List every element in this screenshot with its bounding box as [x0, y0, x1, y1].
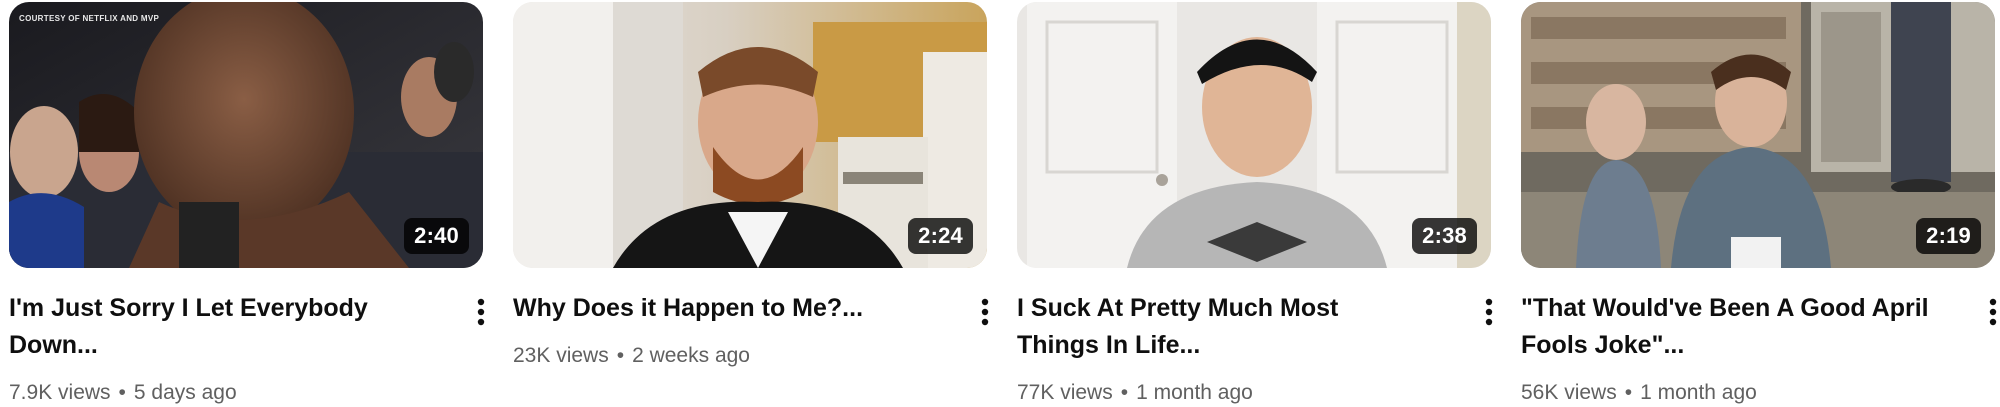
view-count: 56K views — [1521, 381, 1617, 404]
upload-age: 2 weeks ago — [632, 344, 750, 367]
view-count: 23K views — [513, 344, 609, 367]
video-grid: COURTESY OF NETFLIX AND MVP 2:40 I'm Jus… — [0, 0, 2000, 407]
video-metadata: 77K views • 1 month ago — [1017, 378, 1253, 407]
more-vert-icon[interactable] — [1471, 294, 1507, 330]
meta-separator: • — [1120, 381, 1129, 404]
video-metadata: 23K views • 2 weeks ago — [513, 341, 750, 371]
more-vert-icon[interactable] — [463, 294, 499, 330]
thumbnail-watermark: COURTESY OF NETFLIX AND MVP — [19, 14, 160, 23]
video-card: 2:24 Why Does it Happen to Me?... 23K vi… — [513, 0, 989, 407]
view-count: 77K views — [1017, 381, 1113, 404]
video-thumbnail[interactable]: 2:24 — [513, 2, 987, 268]
more-vert-icon[interactable] — [967, 294, 1003, 330]
view-count: 7.9K views — [9, 381, 111, 404]
video-metadata: 56K views • 1 month ago — [1521, 378, 1757, 407]
duration-badge: 2:38 — [1412, 218, 1477, 254]
video-card: COURTESY OF NETFLIX AND MVP 2:40 I'm Jus… — [9, 0, 485, 407]
duration-badge: 2:24 — [908, 218, 973, 254]
video-thumbnail[interactable]: COURTESY OF NETFLIX AND MVP 2:40 — [9, 2, 483, 268]
meta-separator: • — [118, 381, 126, 404]
video-metadata: 7.9K views • 5 days ago — [9, 378, 237, 407]
more-vert-icon[interactable] — [1975, 294, 2000, 330]
video-card: 2:19 "That Would've Been A Good April Fo… — [1521, 0, 1997, 407]
upload-age: 5 days ago — [133, 381, 237, 404]
video-thumbnail[interactable]: 2:19 — [1521, 2, 1995, 268]
meta-separator: • — [616, 344, 625, 367]
video-title[interactable]: "That Would've Been A Good April Fools J… — [1521, 290, 1931, 364]
upload-age: 1 month ago — [1640, 381, 1757, 404]
video-thumbnail[interactable]: 2:38 — [1017, 2, 1491, 268]
meta-separator: • — [1624, 381, 1633, 404]
duration-badge: 2:19 — [1916, 218, 1981, 254]
video-title[interactable]: I'm Just Sorry I Let Everybody Down... — [9, 290, 419, 364]
duration-badge: 2:40 — [404, 218, 469, 254]
video-card: 2:38 I Suck At Pretty Much Most Things I… — [1017, 0, 1493, 407]
video-title[interactable]: Why Does it Happen to Me?... — [513, 290, 923, 327]
video-title[interactable]: I Suck At Pretty Much Most Things In Lif… — [1017, 290, 1427, 364]
upload-age: 1 month ago — [1136, 381, 1253, 404]
